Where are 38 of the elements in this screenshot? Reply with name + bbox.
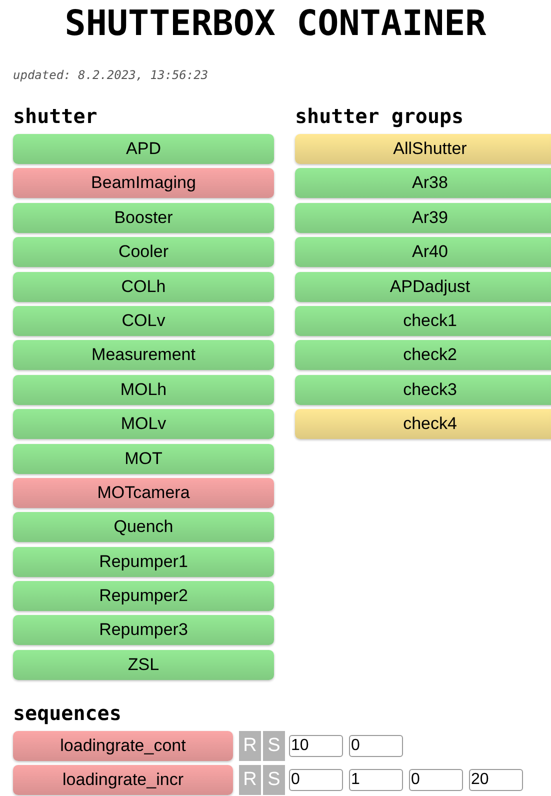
shutter-button[interactable]: Cooler <box>13 237 274 268</box>
updated-timestamp: updated: 8.2.2023, 13:56:23 <box>13 67 210 83</box>
shutter-button[interactable]: check2 <box>295 340 551 370</box>
shutter-button[interactable]: Ar39 <box>295 202 551 233</box>
shutter-button[interactable]: APDadjust <box>295 272 551 302</box>
shutter-button[interactable]: COLv <box>13 306 274 336</box>
shutter-button[interactable]: check1 <box>295 306 551 336</box>
number-field[interactable]: 0 <box>409 768 463 791</box>
shutter-button[interactable]: check4 <box>295 409 551 440</box>
page-title: SHUTTERBOX CONTAINER <box>64 3 488 44</box>
shutter-button[interactable]: Repumper2 <box>13 581 274 612</box>
section-heading: shutter <box>13 103 98 129</box>
number-field[interactable]: 1 <box>349 768 403 791</box>
number-field[interactable]: 20 <box>469 768 523 791</box>
shutter-button[interactable]: Repumper1 <box>13 546 274 577</box>
sequence-button[interactable]: loadingrate_cont <box>13 730 233 761</box>
shutter-button[interactable]: Measurement <box>13 340 274 370</box>
shutter-button[interactable]: BeamImaging <box>13 168 274 198</box>
shutter-button[interactable]: Ar40 <box>295 237 551 268</box>
sequence-button[interactable]: loadingrate_incr <box>13 764 233 795</box>
number-field[interactable]: 10 <box>289 734 343 757</box>
shutter-button[interactable]: ZSL <box>13 650 274 680</box>
number-field[interactable]: 0 <box>289 768 343 791</box>
shutter-button[interactable]: COLh <box>13 272 274 302</box>
shutter-button[interactable]: Ar38 <box>295 168 551 198</box>
shutter-button[interactable]: MOT <box>13 444 274 474</box>
shutter-button[interactable]: AllShutter <box>295 134 551 164</box>
shutter-button[interactable]: APD <box>13 134 274 164</box>
shutter-button[interactable]: Quench <box>13 512 274 542</box>
shutter-button[interactable]: MOLv <box>13 409 274 440</box>
section-heading: shutter groups <box>295 103 465 129</box>
shutter-button[interactable]: MOLh <box>13 374 274 405</box>
shutter-button[interactable]: check3 <box>295 374 551 405</box>
shutter-button[interactable]: Repumper3 <box>13 615 274 646</box>
shutter-button[interactable]: Booster <box>13 202 274 233</box>
section-heading: sequences <box>13 700 122 726</box>
shutter-button[interactable]: MOTcamera <box>13 478 274 508</box>
number-field[interactable]: 0 <box>349 734 403 757</box>
